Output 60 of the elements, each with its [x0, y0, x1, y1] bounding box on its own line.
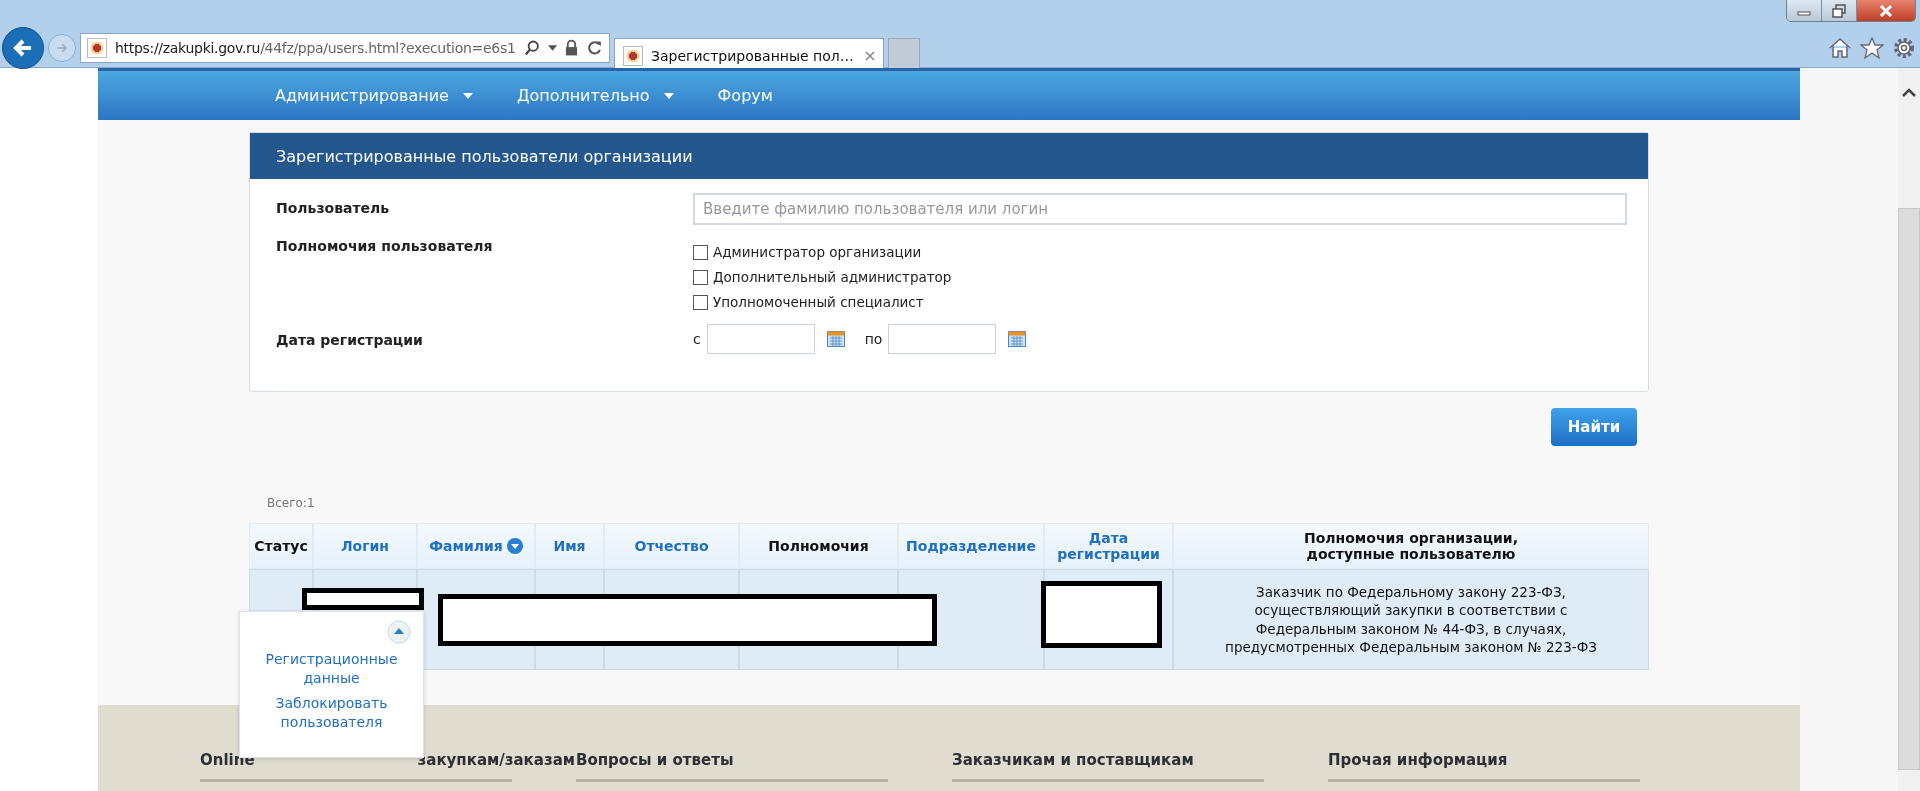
sortable-column-header[interactable]: Логин — [313, 523, 417, 569]
field-label: Полномочия пользователя — [276, 237, 494, 254]
date-to-label: по — [864, 331, 883, 347]
sortable-column-header[interactable]: Подразделение — [898, 523, 1044, 569]
date-from-field[interactable] — [706, 324, 815, 354]
home-icon[interactable] — [1828, 37, 1852, 59]
search-icon[interactable] — [523, 39, 541, 57]
back-button[interactable] — [2, 27, 44, 69]
column-header: Статус — [249, 523, 313, 569]
settings-icon[interactable] — [1892, 36, 1916, 60]
footer-heading: Заказчикам и поставщикам — [952, 751, 1195, 769]
nav-menu-item[interactable]: Администрирование — [275, 86, 473, 105]
footer-heading: закупкам/заказам — [417, 751, 576, 769]
panel-title: Зарегистрированные пользователи организации — [250, 133, 1648, 179]
restore-button[interactable] — [1822, 0, 1857, 21]
table-cell: Заказчик по Федеральному закону 223-ФЗ, осуществляющий закупки в соответствии с Федеральным законом № 44-ФЗ, в случаях, предусмотренных Федеральным законом № 223-ФЗ — [1173, 569, 1649, 670]
menu-link[interactable]: Заблокировать пользователя — [261, 693, 402, 732]
refresh-icon[interactable] — [586, 39, 603, 57]
address-bar[interactable]: https://zakupki.gov.ru/44fz/ppa/users.html?execution=e6s1 — [80, 33, 610, 63]
scrollbar[interactable] — [1898, 68, 1920, 791]
url-text: https://zakupki.gov.ru/44fz/ppa/users.html?execution=e6s1 — [115, 40, 516, 56]
sortable-column-header[interactable]: Фамилия — [417, 523, 535, 569]
calendar-icon[interactable] — [1008, 331, 1027, 347]
sortable-column-header[interactable]: Отчество — [604, 523, 739, 569]
search-button[interactable]: Найти — [1551, 408, 1637, 446]
close-tab-icon[interactable] — [865, 50, 875, 61]
nav-menu-item[interactable]: Дополнительно — [516, 86, 674, 105]
checkbox-option[interactable]: Администратор организации — [693, 244, 952, 260]
date-from-label: с — [693, 331, 701, 347]
column-header: Полномочия — [739, 523, 898, 569]
restore-icon — [1832, 3, 1846, 18]
field-label: Пользователь — [276, 199, 391, 216]
menu-link[interactable]: Регистрационные данные — [261, 650, 402, 688]
caret-icon — [462, 92, 473, 99]
star-icon[interactable] — [1860, 37, 1884, 59]
date-to-field[interactable] — [888, 324, 997, 354]
calendar-icon[interactable] — [826, 331, 845, 347]
field-label: Дата регистрации — [276, 331, 424, 348]
site-emblem-icon — [623, 45, 643, 66]
minimize-button[interactable] — [1787, 0, 1822, 21]
close-icon — [1878, 4, 1894, 17]
user-search-field[interactable]: Введите фамилию пользователя или логин — [693, 193, 1627, 225]
dropdown-caret-icon[interactable] — [548, 45, 558, 51]
scroll-up-icon[interactable] — [1902, 88, 1916, 98]
back-arrow-icon — [12, 37, 34, 59]
total-count: Всего:1 — [267, 496, 316, 510]
caret-icon — [663, 92, 674, 99]
sortable-column-header[interactable]: Дата регистрации — [1044, 523, 1173, 569]
column-header: Полномочия организации, доступные пользователю — [1173, 523, 1649, 569]
sortable-column-header[interactable]: Имя — [535, 523, 604, 569]
site-emblem-icon — [87, 38, 107, 58]
footer-heading: Прочая информация — [1328, 751, 1509, 769]
checkbox-option[interactable]: Уполномоченный специалист — [693, 294, 952, 310]
checkbox-option[interactable]: Дополнительный администратор — [693, 269, 952, 285]
lock-icon — [565, 39, 579, 57]
close-button[interactable] — [1857, 0, 1915, 21]
nav-menu-item[interactable]: Форум — [717, 86, 773, 105]
forward-arrow-icon — [55, 41, 69, 55]
footer-heading: Вопросы и ответы — [576, 751, 735, 769]
collapse-up-icon[interactable] — [387, 620, 411, 644]
